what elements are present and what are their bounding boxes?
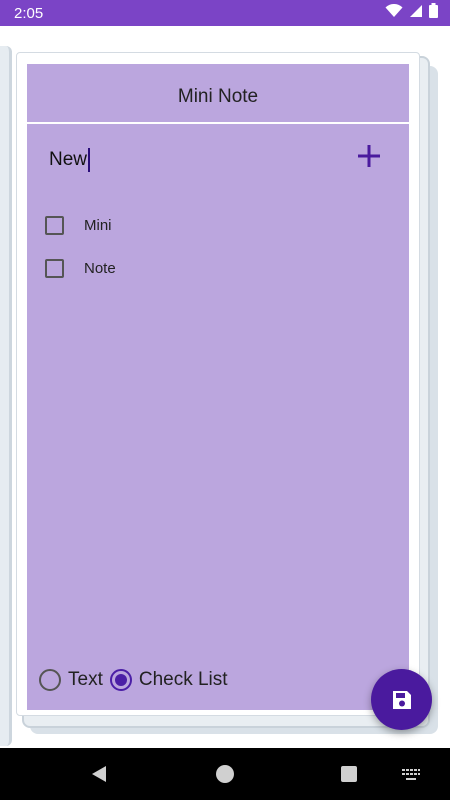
status-bar: 2:05 [0,0,450,26]
recents-square-icon[interactable] [341,766,357,782]
floppy-disk-icon [392,690,411,709]
radio-text-label[interactable]: Text [68,669,103,691]
plus-icon [358,145,380,167]
note-title: Mini Note [177,86,259,107]
previous-note-edge[interactable] [0,46,12,746]
item-label[interactable]: Mini [84,217,112,234]
item-checkbox[interactable] [45,216,64,235]
battery-icon [429,3,438,23]
app-area: Mini Note New Mini Note Text Check List [0,26,450,748]
radio-text[interactable] [39,669,61,691]
home-circle-icon[interactable] [216,765,234,783]
radio-check-list-label[interactable]: Check List [139,669,228,691]
list-item: Note [45,247,116,290]
new-item-text: New [49,149,88,170]
status-time: 2:05 [14,4,44,22]
wifi-icon [385,3,403,23]
list-item: Mini [45,204,116,247]
navigation-bar [0,748,450,800]
item-label[interactable]: Note [84,260,116,277]
text-caret [88,148,91,172]
back-triangle-icon[interactable] [91,765,107,788]
check-list: Mini Note [45,204,116,290]
keyboard-icon[interactable] [401,768,421,787]
status-icons [385,3,438,23]
new-item-input[interactable]: New [49,148,91,172]
save-button[interactable] [371,669,432,730]
title-divider [27,122,409,124]
add-item-button[interactable] [355,142,383,170]
note-mode-radio-group: Text Check List [39,669,235,691]
signal-icon [409,4,423,23]
note-surface: Mini Note New Mini Note Text Check List [27,64,409,710]
radio-check-list[interactable] [109,669,132,691]
item-checkbox[interactable] [45,259,64,278]
